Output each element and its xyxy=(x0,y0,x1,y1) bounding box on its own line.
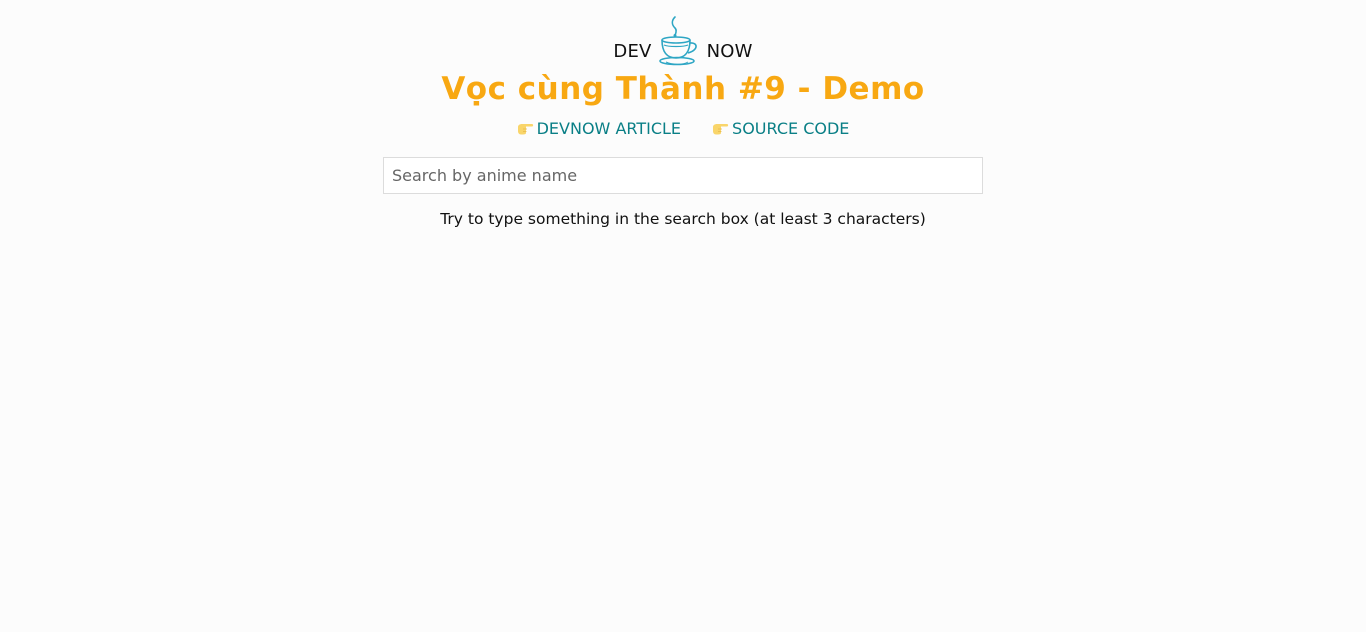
coffee-cup-icon xyxy=(658,16,697,66)
devnow-article-label: DEVNOW ARTICLE xyxy=(536,118,682,138)
source-code-label: SOURCE CODE xyxy=(732,118,850,138)
search-hint: Try to type something in the search box … xyxy=(440,210,926,228)
brand-left-word: DEV xyxy=(613,41,652,62)
source-code-link[interactable]: SOURCE CODE xyxy=(712,119,849,138)
pointing-hand-icon xyxy=(713,124,729,135)
brand-right-word: NOW xyxy=(706,41,753,62)
devnow-article-link[interactable]: DEVNOW ARTICLE xyxy=(517,119,681,138)
pointing-hand-icon xyxy=(517,124,533,135)
page: DEV NOW Vọc cùng Thành #9 - Demo DEVNOW … xyxy=(0,0,1366,229)
links-row: DEVNOW ARTICLE SOURCE CODE xyxy=(517,116,849,140)
brand-header: DEV NOW xyxy=(613,15,752,67)
page-title: Vọc cùng Thành #9 - Demo xyxy=(441,71,925,107)
search-input[interactable] xyxy=(383,157,983,194)
